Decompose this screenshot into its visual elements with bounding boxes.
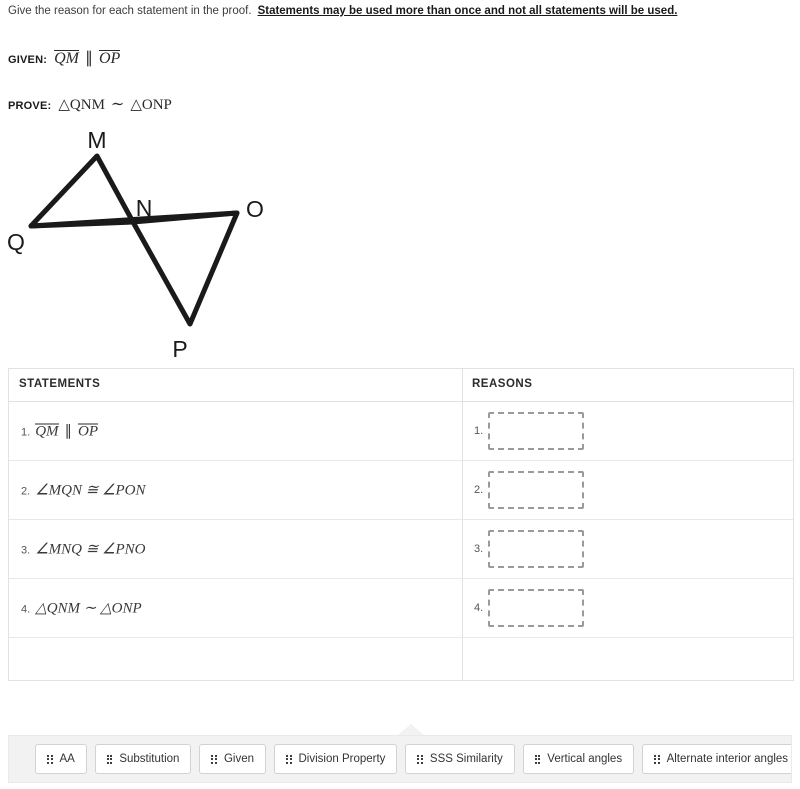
table-row: 2. ∠MQN ≅ ∠PON 2.: [9, 461, 793, 520]
reason-number-4: 4.: [474, 602, 484, 614]
vertex-label-n: N: [136, 195, 153, 221]
statement-cell-2: 2. ∠MQN ≅ ∠PON: [21, 481, 145, 500]
answer-tile-label: Substitution: [119, 753, 180, 765]
table-row-empty: [9, 638, 793, 680]
vertex-label-q: Q: [7, 229, 25, 255]
table-row: 1. QM ∥ OP 1.: [9, 402, 793, 461]
given-expression: QM ∥ OP: [54, 50, 121, 67]
answer-tile-label: SSS Similarity: [429, 753, 503, 765]
given-label: GIVEN:: [8, 54, 48, 66]
drag-handle-icon[interactable]: [534, 754, 541, 764]
statement-number-2: 2.: [21, 485, 31, 498]
answer-tile-label: Alternate interior angles: [666, 753, 789, 765]
answer-tile-substitution[interactable]: Substitution: [94, 744, 192, 774]
drag-handle-icon[interactable]: [286, 754, 292, 764]
answer-tile-label: AA: [59, 753, 75, 765]
statement-expression-2: ∠MQN ≅ ∠PON: [35, 482, 146, 499]
statement-cell-1: 1. QM ∥ OP: [21, 422, 99, 441]
prove-label: PROVE:: [8, 100, 52, 112]
reason-number-3: 3.: [474, 543, 484, 555]
vertex-label-m: M: [87, 127, 106, 153]
table-row: 3. ∠MNQ ≅ ∠PNO 3.: [9, 520, 793, 579]
instruction-text: Give the reason for each statement in th…: [8, 4, 677, 19]
statement-number-1: 1.: [21, 426, 31, 439]
tray-notch-arrow: [398, 724, 424, 735]
column-divider: [462, 638, 463, 680]
answer-tile-label: Given: [223, 753, 254, 765]
column-divider: [462, 461, 463, 519]
reason-number-2: 2.: [474, 484, 484, 496]
instruction-emphasis: Statements may be used more than once an…: [257, 5, 678, 17]
statement-number-3: 3.: [21, 544, 31, 557]
proof-table: STATEMENTS REASONS 1. QM ∥ OP 1. 2. ∠MQN ≅ ∠…: [8, 368, 794, 681]
statement-expression-1: QM ∥ OP: [35, 423, 99, 440]
drag-handle-icon[interactable]: [106, 754, 113, 764]
column-divider: [462, 402, 463, 460]
vertex-label-o: O: [246, 196, 264, 222]
column-divider: [462, 520, 463, 578]
statement-expression-4: △QNM ∼ △ONP: [35, 600, 142, 617]
column-divider: [462, 579, 463, 637]
geometry-figure: M N O Q P: [0, 122, 300, 367]
column-header-statements: STATEMENTS: [19, 378, 101, 390]
answer-tile-label: Vertical angles: [547, 753, 623, 765]
drag-handle-icon[interactable]: [417, 754, 423, 764]
prove-triangle-a: △QNM: [58, 97, 105, 113]
prove-triangle-b: △ONP: [130, 97, 172, 113]
table-row: 4. △QNM ∼ △ONP 4.: [9, 579, 793, 638]
table-header-row: STATEMENTS REASONS: [9, 369, 793, 402]
triangle-qmn-path: [28, 153, 136, 229]
answer-tile-aa[interactable]: AA: [35, 744, 87, 774]
statement-1-segment-b: OP: [78, 423, 99, 440]
given-segment-a: QM: [54, 50, 79, 67]
statement-expression-3: ∠MNQ ≅ ∠PNO: [35, 541, 146, 558]
reason-cell-2: 2.: [474, 471, 585, 509]
prove-operator: ∼: [110, 96, 125, 113]
statement-1-segment-a: QM: [35, 423, 59, 440]
geometry-figure-svg: M N O Q P: [7, 127, 264, 362]
column-divider: [462, 369, 463, 401]
reason-cell-3: 3.: [474, 530, 585, 568]
reason-dropzone-3[interactable]: [488, 530, 585, 568]
reason-dropzone-4[interactable]: [488, 589, 585, 627]
given-line: GIVEN: QM ∥ OP: [8, 48, 121, 68]
answer-tile-given[interactable]: Given: [199, 744, 266, 774]
drag-handle-icon[interactable]: [654, 754, 660, 764]
statement-1-operator: ∥: [64, 423, 73, 440]
drag-handle-icon[interactable]: [211, 754, 217, 764]
statement-number-4: 4.: [21, 603, 31, 616]
reason-cell-1: 1.: [474, 412, 585, 450]
reason-dropzone-1[interactable]: [488, 412, 585, 450]
given-operator: ∥: [84, 50, 93, 67]
vertex-label-p: P: [172, 336, 187, 362]
given-segment-b: OP: [98, 50, 121, 67]
answer-tile-sss-similarity[interactable]: SSS Similarity: [405, 744, 515, 774]
answer-tile-division-property[interactable]: Division Property: [274, 744, 398, 774]
column-header-reasons: REASONS: [472, 378, 533, 390]
answer-tile-tray: AA Substitution Given Division Property …: [8, 735, 792, 783]
reason-cell-4: 4.: [474, 589, 585, 627]
statement-cell-3: 3. ∠MNQ ≅ ∠PNO: [21, 540, 145, 559]
prove-expression: △QNM ∼ △ONP: [58, 96, 172, 113]
answer-tile-vertical-angles[interactable]: Vertical angles: [522, 744, 635, 774]
triangle-onp-path: [130, 210, 240, 327]
answer-tile-label: Division Property: [298, 753, 386, 765]
reason-number-1: 1.: [474, 425, 484, 437]
instruction-plain: Give the reason for each statement in th…: [8, 5, 252, 17]
reason-dropzone-2[interactable]: [488, 471, 585, 509]
answer-tile-alternate-interior-angles[interactable]: Alternate interior angles: [642, 744, 791, 774]
drag-handle-icon[interactable]: [47, 754, 53, 764]
prove-line: PROVE: △QNM ∼ △ONP: [8, 94, 172, 114]
statement-cell-4: 4. △QNM ∼ △ONP: [21, 599, 142, 618]
